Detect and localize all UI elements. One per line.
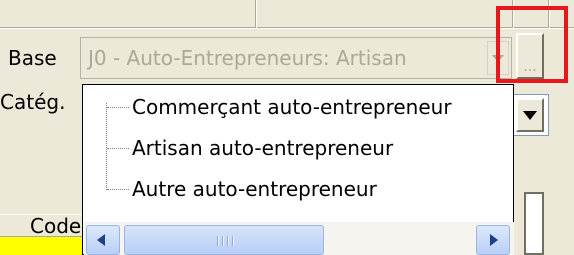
scroll-left-button[interactable]: [86, 225, 120, 255]
dropdown-item-commercant[interactable]: Commerçant auto-entrepreneur: [132, 94, 452, 120]
dropdown-item-artisan[interactable]: Artisan auto-entrepreneur: [132, 135, 393, 161]
toolbar-divider: [0, 27, 574, 29]
scroll-right-icon: [490, 234, 498, 246]
grid-scrollbar-stub[interactable]: [524, 192, 544, 255]
column-header-code-label: Code: [30, 214, 82, 238]
tree-line-icon: [106, 103, 107, 190]
base-label: Base: [8, 46, 57, 70]
grid-cell-selected[interactable]: [0, 237, 84, 255]
column-header-code[interactable]: Code: [0, 214, 84, 238]
base-combobox-value: J0 - Auto-Entrepreneurs: Artisan: [88, 46, 407, 70]
dropdown-item-autre[interactable]: Autre auto-entrepreneur: [132, 176, 377, 202]
categ-label: Catég.: [0, 90, 66, 114]
tree-line-icon: [107, 107, 129, 108]
base-combobox: J0 - Auto-Entrepreneurs: Artisan: [80, 37, 512, 79]
toolbar-strip: [0, 0, 574, 30]
categ-combobox-arrow[interactable]: [516, 98, 544, 132]
scroll-grip-icon: [222, 236, 224, 246]
scroll-thumb[interactable]: [124, 225, 324, 255]
categ-combobox-edge[interactable]: [509, 94, 549, 136]
highlight-frame: [496, 6, 568, 83]
toolbar-cell-edge: [255, 0, 257, 28]
scroll-left-icon: [97, 234, 105, 246]
chevron-down-icon: [523, 111, 537, 120]
scroll-grip-icon: [227, 236, 229, 246]
tree-line-icon: [107, 189, 129, 190]
scroll-right-button[interactable]: [476, 225, 510, 255]
scroll-grip-icon: [232, 236, 234, 246]
dropdown-horizontal-scrollbar[interactable]: [84, 222, 514, 255]
scroll-grip-icon: [217, 236, 219, 246]
tree-line-icon: [107, 148, 129, 149]
